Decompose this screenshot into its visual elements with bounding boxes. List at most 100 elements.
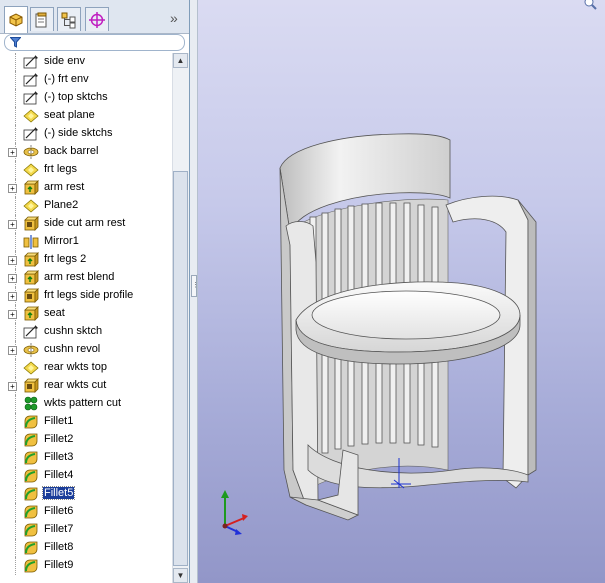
tree-item-label: Fillet8 xyxy=(44,541,74,553)
expand-icon[interactable]: + xyxy=(8,256,17,265)
tree-item[interactable]: Fillet5 xyxy=(0,485,172,503)
extrude-boss-icon xyxy=(23,306,39,322)
tree-item-label: frt legs side profile xyxy=(44,289,134,301)
sketch-icon xyxy=(23,126,39,142)
expand-icon[interactable]: + xyxy=(8,346,17,355)
extrude-cut-icon xyxy=(23,216,39,232)
tree-filter-input[interactable] xyxy=(4,34,185,51)
tree-item-label: Fillet7 xyxy=(44,523,74,535)
tree-item[interactable]: Fillet6 xyxy=(0,503,172,521)
extrude-cut-icon xyxy=(23,288,39,304)
tree-item[interactable]: Plane2 xyxy=(0,197,172,215)
tree-item[interactable]: + back barrel xyxy=(0,143,172,161)
tree-connector-line xyxy=(15,413,17,431)
tree-connector-line xyxy=(15,161,17,179)
tree-item[interactable]: + cushn revol xyxy=(0,341,172,359)
plane-icon xyxy=(23,162,39,178)
tree-item[interactable]: (-) side sktchs xyxy=(0,125,172,143)
tree-item[interactable]: Fillet2 xyxy=(0,431,172,449)
property-manager-tab[interactable] xyxy=(30,7,54,31)
dimxpert-manager-tab[interactable] xyxy=(85,7,109,31)
tree-item-label: Plane2 xyxy=(44,199,79,211)
sketch-icon xyxy=(23,90,39,106)
expand-icon[interactable]: + xyxy=(8,184,17,193)
configuration-manager-icon xyxy=(61,12,76,28)
tree-connector-line xyxy=(15,323,17,341)
tree-item[interactable]: cushn sktch xyxy=(0,323,172,341)
tree-item-label: (-) frt env xyxy=(44,73,89,85)
panel-splitter[interactable]: ⋮ xyxy=(190,0,199,583)
tree-connector-line xyxy=(15,431,17,449)
plane-icon xyxy=(23,360,39,376)
expand-icon[interactable]: + xyxy=(8,382,17,391)
tree-item[interactable]: (-) top sktchs xyxy=(0,89,172,107)
tree-item[interactable]: + seat xyxy=(0,305,172,323)
revolve-icon xyxy=(23,342,39,358)
tree-item[interactable]: side env xyxy=(0,53,172,71)
tree-item[interactable]: + rear wkts cut xyxy=(0,377,172,395)
tree-item[interactable]: Fillet3 xyxy=(0,449,172,467)
fillet-icon xyxy=(23,522,39,538)
tree-item[interactable]: Fillet8 xyxy=(0,539,172,557)
feature-tree-icon xyxy=(9,13,23,27)
tree-connector-line xyxy=(15,53,17,71)
tree-item[interactable]: Mirror1 xyxy=(0,233,172,251)
expand-icon[interactable]: + xyxy=(8,220,17,229)
tree-item[interactable]: frt legs xyxy=(0,161,172,179)
scroll-down-button[interactable]: ▼ xyxy=(173,568,188,583)
tree-item-label: rear wkts top xyxy=(44,361,107,373)
fillet-icon xyxy=(23,486,39,502)
tree-item[interactable]: Fillet9 xyxy=(0,557,172,575)
expand-icon[interactable]: + xyxy=(8,274,17,283)
mirror-icon xyxy=(23,234,39,250)
tree-item[interactable]: Fillet4 xyxy=(0,467,172,485)
sketch-icon xyxy=(23,54,39,70)
tree-connector-line xyxy=(15,89,17,107)
tree-item[interactable]: + frt legs 2 xyxy=(0,251,172,269)
tree-item-label: seat plane xyxy=(44,109,95,121)
scrollbar-thumb[interactable] xyxy=(173,171,188,566)
fillet-icon xyxy=(23,432,39,448)
expand-icon[interactable]: + xyxy=(8,292,17,301)
tree-item-label: Fillet2 xyxy=(44,433,74,445)
tree-connector-line xyxy=(15,107,17,125)
tree-item[interactable]: Fillet1 xyxy=(0,413,172,431)
fillet-icon xyxy=(23,468,39,484)
tree-item[interactable]: seat plane xyxy=(0,107,172,125)
tree-connector-line xyxy=(15,557,17,575)
tree-item[interactable]: wkts pattern cut xyxy=(0,395,172,413)
revolve-icon xyxy=(23,144,39,160)
tree-item[interactable]: + side cut arm rest xyxy=(0,215,172,233)
tree-scrollbar[interactable]: ▲ ▼ xyxy=(172,53,189,583)
tree-connector-line xyxy=(15,71,17,89)
tree-item[interactable]: + arm rest blend xyxy=(0,269,172,287)
tree-item[interactable]: (-) frt env xyxy=(0,71,172,89)
expand-icon[interactable]: + xyxy=(8,310,17,319)
expand-icon[interactable]: + xyxy=(8,148,17,157)
barrel-chair-model[interactable] xyxy=(198,0,605,583)
extrude-cut-icon xyxy=(23,378,39,394)
tree-connector-line xyxy=(15,503,17,521)
sketch-icon xyxy=(23,324,39,340)
feature-manager-tab[interactable] xyxy=(4,6,28,33)
configuration-manager-tab[interactable] xyxy=(57,7,81,31)
tree-item[interactable]: + frt legs side profile xyxy=(0,287,172,305)
tree-item-label: wkts pattern cut xyxy=(44,397,122,409)
feature-manager-panel: » side env (-) frt env (-) top sktchs seat … xyxy=(0,0,190,583)
chevron-right-icon[interactable]: » xyxy=(170,10,178,26)
tree-item-label: (-) top sktchs xyxy=(44,91,108,103)
fillet-icon xyxy=(23,450,39,466)
axis-triad xyxy=(221,490,248,535)
collapse-panel-handle[interactable]: ⋮ xyxy=(191,275,199,297)
tree-connector-line xyxy=(15,395,17,413)
tree-item-label: side env xyxy=(44,55,85,67)
plane-icon xyxy=(23,108,39,124)
tree-item[interactable]: Fillet7 xyxy=(0,521,172,539)
feature-tree: side env (-) frt env (-) top sktchs seat pl… xyxy=(0,53,172,583)
graphics-area[interactable] xyxy=(198,0,605,583)
extrude-boss-icon xyxy=(23,270,39,286)
tree-item-label: arm rest blend xyxy=(44,271,115,283)
scroll-up-button[interactable]: ▲ xyxy=(173,53,188,68)
tree-item[interactable]: rear wkts top xyxy=(0,359,172,377)
tree-item[interactable]: + arm rest xyxy=(0,179,172,197)
